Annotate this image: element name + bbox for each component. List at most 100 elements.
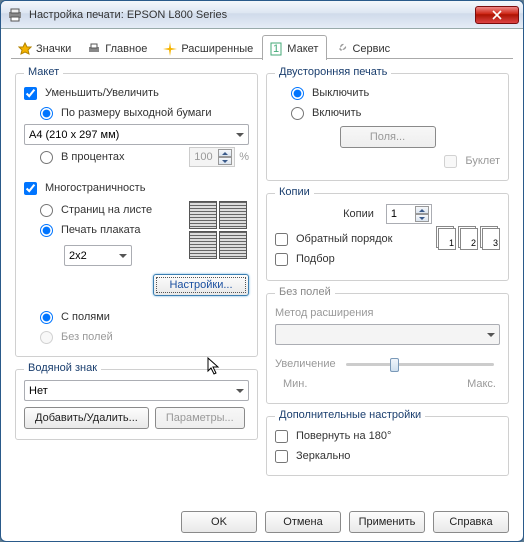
slider-max-label: Макс. bbox=[467, 378, 496, 390]
without-borders-label: Без полей bbox=[61, 331, 113, 343]
input-value: 1 bbox=[391, 208, 397, 220]
percent-sign: % bbox=[239, 151, 249, 163]
with-borders-label: С полями bbox=[61, 311, 110, 323]
copies-group: Копии Копии 1 Обратный порядок Подбор bbox=[266, 193, 509, 281]
pages-per-sheet-radio[interactable] bbox=[40, 204, 53, 217]
enlarge-label: Увеличение bbox=[275, 358, 336, 370]
select-value: A4 (210 x 297 мм) bbox=[29, 129, 119, 141]
help-button[interactable]: Справка bbox=[433, 511, 509, 533]
printer-icon bbox=[7, 7, 23, 23]
reverse-order-checkbox[interactable] bbox=[275, 233, 288, 246]
tab-label: Сервис bbox=[352, 43, 390, 55]
titlebar: Настройка печати: EPSON L800 Series bbox=[1, 1, 523, 29]
reverse-order-label: Обратный порядок bbox=[296, 233, 392, 245]
percent-input: 100 bbox=[189, 147, 235, 167]
collate-preview-icon: 123 bbox=[435, 228, 500, 250]
by-paper-radio[interactable] bbox=[40, 107, 53, 120]
pages-per-sheet-label: Страниц на листе bbox=[61, 204, 152, 216]
reduce-enlarge-label: Уменьшить/Увеличить bbox=[45, 87, 159, 99]
watermark-add-remove-button[interactable]: Добавить/Удалить... bbox=[24, 407, 149, 429]
sparkle-icon bbox=[163, 42, 177, 56]
method-select bbox=[275, 324, 500, 345]
watermark-params-button: Параметры... bbox=[155, 407, 245, 429]
spinner bbox=[218, 149, 232, 165]
watermark-group: Водяной знак Нет Добавить/Удалить... Пар… bbox=[15, 369, 258, 440]
poster-radio[interactable] bbox=[40, 224, 53, 237]
mirror-label: Зеркально bbox=[296, 450, 350, 462]
poster-size-select[interactable]: 2x2 bbox=[64, 245, 132, 266]
chevron-down-icon bbox=[236, 133, 244, 137]
print-settings-window: Настройка печати: EPSON L800 Series Знач… bbox=[0, 0, 524, 542]
slider-min-label: Мин. bbox=[283, 378, 307, 390]
tab-label: Расширенные bbox=[181, 43, 253, 55]
poster-preview-icon bbox=[187, 199, 249, 261]
tab-service[interactable]: Сервис bbox=[327, 36, 399, 59]
duplex-off-radio[interactable] bbox=[291, 87, 304, 100]
window-title: Настройка печати: EPSON L800 Series bbox=[29, 9, 475, 21]
reduce-enlarge-checkbox[interactable] bbox=[24, 87, 37, 100]
booklet-checkbox bbox=[444, 155, 457, 168]
input-value: 100 bbox=[194, 151, 212, 163]
without-borders-radio bbox=[40, 331, 53, 344]
close-button[interactable] bbox=[475, 6, 519, 24]
dialog-footer: OK Отмена Применить Справка bbox=[181, 511, 509, 533]
select-value: 2x2 bbox=[69, 250, 87, 262]
duplex-off-label: Выключить bbox=[312, 87, 369, 99]
slider-thumb bbox=[390, 358, 399, 372]
mirror-checkbox[interactable] bbox=[275, 450, 288, 463]
layout-group: Макет Уменьшить/Увеличить По размеру вых… bbox=[15, 73, 258, 357]
cancel-button[interactable]: Отмена bbox=[265, 511, 341, 533]
group-legend: Копии bbox=[275, 186, 314, 198]
wrench-icon bbox=[334, 42, 348, 56]
multipage-label: Многостраничность bbox=[45, 182, 145, 194]
group-legend: Дополнительные настройки bbox=[275, 409, 425, 421]
watermark-select[interactable]: Нет bbox=[24, 380, 249, 401]
by-paper-label: По размеру выходной бумаги bbox=[61, 107, 212, 119]
method-label: Метод расширения bbox=[275, 307, 373, 319]
booklet-label: Буклет bbox=[465, 155, 500, 167]
ok-button[interactable]: OK bbox=[181, 511, 257, 533]
tab-icons[interactable]: Значки bbox=[11, 36, 80, 59]
chevron-down-icon bbox=[487, 333, 495, 337]
tab-label: Главное bbox=[105, 43, 147, 55]
paper-size-select[interactable]: A4 (210 x 297 мм) bbox=[24, 124, 249, 145]
copies-label: Копии bbox=[343, 208, 374, 220]
chevron-down-icon bbox=[119, 254, 127, 258]
tab-layout[interactable]: 1 Макет bbox=[262, 35, 327, 60]
group-legend: Макет bbox=[24, 66, 63, 78]
rotate-checkbox[interactable] bbox=[275, 430, 288, 443]
tab-main[interactable]: Главное bbox=[80, 36, 156, 59]
group-legend: Водяной знак bbox=[24, 362, 101, 374]
margins-button: Поля... bbox=[340, 126, 436, 148]
copies-input[interactable]: 1 bbox=[386, 204, 432, 224]
multipage-checkbox[interactable] bbox=[24, 182, 37, 195]
layout-settings-button[interactable]: Настройки... bbox=[153, 274, 249, 296]
group-legend: Двусторонняя печать bbox=[275, 66, 391, 78]
apply-button[interactable]: Применить bbox=[349, 511, 425, 533]
rotate-label: Повернуть на 180° bbox=[296, 430, 391, 442]
more-settings-group: Дополнительные настройки Повернуть на 18… bbox=[266, 416, 509, 476]
duplex-on-radio[interactable] bbox=[291, 107, 304, 120]
star-icon bbox=[18, 42, 32, 56]
select-value: Нет bbox=[29, 385, 48, 397]
duplex-on-label: Включить bbox=[312, 107, 361, 119]
tab-label: Значки bbox=[36, 43, 71, 55]
collate-checkbox[interactable] bbox=[275, 253, 288, 266]
enlarge-slider bbox=[346, 363, 494, 366]
by-percent-label: В процентах bbox=[61, 151, 125, 163]
chevron-down-icon bbox=[236, 389, 244, 393]
tab-label: Макет bbox=[287, 43, 318, 55]
printer-icon bbox=[87, 42, 101, 56]
tab-advanced[interactable]: Расширенные bbox=[156, 36, 262, 59]
borderless-group: Без полей Метод расширения Увеличение bbox=[266, 293, 509, 404]
spinner[interactable] bbox=[415, 206, 429, 222]
layout-icon: 1 bbox=[269, 42, 283, 56]
by-percent-radio[interactable] bbox=[40, 151, 53, 164]
group-legend: Без полей bbox=[275, 286, 335, 298]
close-icon bbox=[492, 10, 502, 20]
duplex-group: Двусторонняя печать Выключить Включить П… bbox=[266, 73, 509, 181]
poster-label: Печать плаката bbox=[61, 224, 141, 236]
with-borders-radio[interactable] bbox=[40, 311, 53, 324]
collate-label: Подбор bbox=[296, 253, 335, 265]
tab-bar: Значки Главное Расширенные 1 Макет Серви… bbox=[11, 35, 513, 59]
